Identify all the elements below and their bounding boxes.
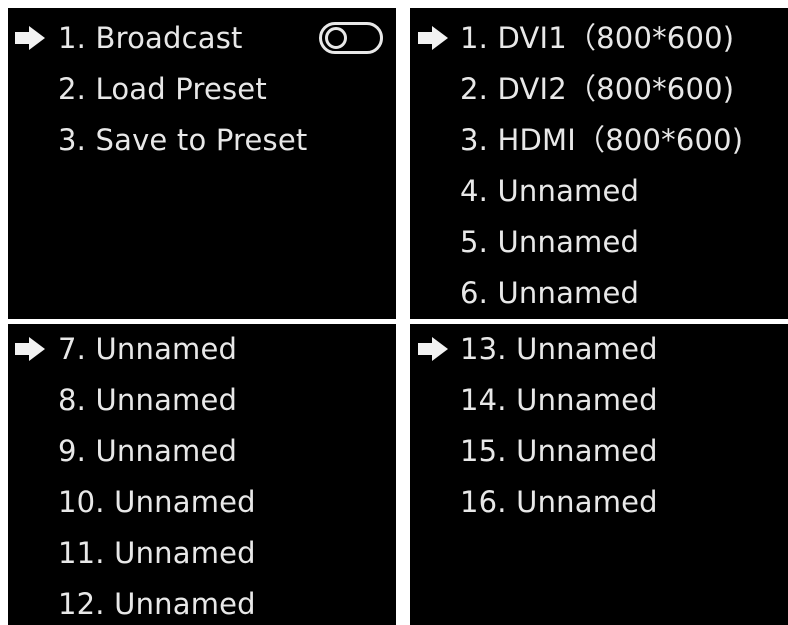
- arrow-right-icon: [14, 25, 46, 51]
- menu-item-label: 16. Unnamed: [460, 485, 658, 519]
- menu-item-label: 2. DVI2（800*600): [460, 72, 735, 106]
- main-menu-panel: 1. Broadcast 2. Load Preset 3. Save to P…: [8, 8, 396, 319]
- arrow-right-icon: [14, 336, 46, 362]
- menu-item-label: 12. Unnamed: [58, 587, 256, 621]
- menu-item-label: 8. Unnamed: [58, 383, 238, 417]
- arrow-right-icon: [417, 336, 449, 362]
- preset-list-panel-3: 13. Unnamed 14. Unnamed 15. Unnamed 16. …: [410, 324, 788, 625]
- arrow-right-icon: [417, 25, 449, 51]
- menu-item-label: 3. HDMI（800*600): [460, 123, 744, 157]
- menu-item-label: 10. Unnamed: [58, 485, 256, 519]
- menu-item-label: 15. Unnamed: [460, 434, 658, 468]
- menu-item-label: 4. Unnamed: [460, 174, 640, 208]
- menu-item-label: 1. Broadcast: [58, 21, 243, 55]
- menu-item-label: 2. Load Preset: [58, 72, 267, 106]
- toggle-knob: [325, 27, 347, 49]
- menu-item-label: 14. Unnamed: [460, 383, 658, 417]
- menu-item-label: 1. DVI1（800*600): [460, 21, 735, 55]
- menu-item-label: 9. Unnamed: [58, 434, 238, 468]
- menu-item-label: 3. Save to Preset: [58, 123, 308, 157]
- broadcast-toggle[interactable]: [319, 22, 383, 54]
- menu-item-label: 7. Unnamed: [58, 332, 238, 366]
- preset-list-panel-1: 1. DVI1（800*600) 2. DVI2（800*600) 3. HDM…: [410, 8, 788, 319]
- menu-item-label: 13. Unnamed: [460, 332, 658, 366]
- preset-list-panel-2: 7. Unnamed 8. Unnamed 9. Unnamed 10. Unn…: [8, 324, 396, 625]
- menu-item-label: 6. Unnamed: [460, 276, 640, 310]
- menu-item-label: 11. Unnamed: [58, 536, 256, 570]
- menu-item-label: 5. Unnamed: [460, 225, 640, 259]
